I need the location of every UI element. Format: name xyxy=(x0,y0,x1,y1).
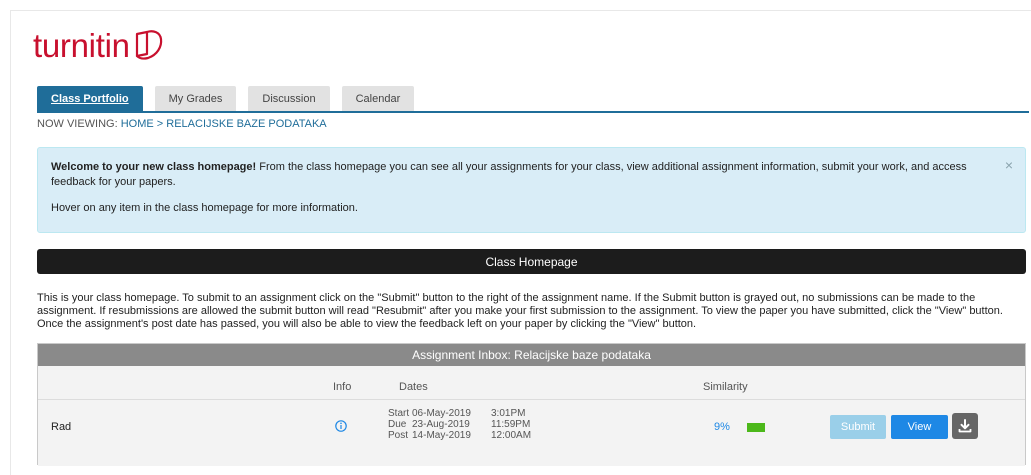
welcome-alert: Welcome to your new class homepage! From… xyxy=(37,147,1026,233)
class-homepage-header: Class Homepage xyxy=(37,249,1026,274)
start-label: Start xyxy=(388,408,410,419)
assignment-dates: Start 06-May-2019 3:01PM Due 23-Aug-2019 11:… xyxy=(388,408,531,441)
download-icon xyxy=(958,419,972,433)
turnitin-logo[interactable]: turnitin xyxy=(33,14,165,62)
start-time: 3:01PM xyxy=(491,408,526,419)
start-date: 06-May-2019 xyxy=(412,408,471,419)
breadcrumb-separator: > xyxy=(153,118,167,130)
submit-button: Submit xyxy=(830,415,886,439)
class-homepage-intro: This is your class homepage. To submit t… xyxy=(37,292,1003,330)
tab-my-grades[interactable]: My Grades xyxy=(154,86,237,112)
header-similarity: Similarity xyxy=(703,381,748,393)
similarity-bar xyxy=(747,423,765,432)
breadcrumb: NOW VIEWING: HOME > RELACIJSKE BAZE PODA… xyxy=(37,118,327,130)
assignment-name: Rad xyxy=(51,421,72,433)
welcome-hover-hint: Hover on any item in the class homepage … xyxy=(51,202,358,214)
welcome-message: Welcome to your new class homepage! From… xyxy=(51,160,975,190)
breadcrumb-current[interactable]: RELACIJSKE BAZE PODATAKA xyxy=(166,118,326,130)
view-button[interactable]: View xyxy=(891,415,948,439)
similarity-score-link[interactable]: 9% xyxy=(714,421,730,433)
assignment-inbox-header: Info Dates Similarity xyxy=(38,366,1025,400)
logo-text: turnitin xyxy=(33,27,130,64)
info-icon[interactable] xyxy=(335,420,347,432)
close-icon[interactable]: × xyxy=(1005,158,1013,173)
tab-discussion[interactable]: Discussion xyxy=(248,86,330,112)
due-time: 11:59PM xyxy=(491,419,531,430)
welcome-bold: Welcome to your new class homepage! xyxy=(51,161,257,173)
header-info: Info xyxy=(333,381,352,393)
table-row: Rad Start 06-May-2019 3:01PM Due 23-Aug-201… xyxy=(38,400,1025,466)
tab-underline xyxy=(37,111,1029,113)
tab-bar: Class Portfolio My Grades Discussion Cal… xyxy=(37,86,415,112)
logo-mark-icon xyxy=(135,30,162,60)
download-button[interactable] xyxy=(952,413,978,439)
tab-class-portfolio[interactable]: Class Portfolio xyxy=(37,86,143,112)
post-time: 12:00AM xyxy=(491,430,532,441)
due-date: 23-Aug-2019 xyxy=(412,419,470,430)
assignment-inbox-title: Assignment Inbox: Relacijske baze podata… xyxy=(38,344,1025,366)
post-date: 14-May-2019 xyxy=(412,430,471,441)
post-label: Post xyxy=(388,430,409,441)
header-dates: Dates xyxy=(399,381,428,393)
breadcrumb-prefix: NOW VIEWING: xyxy=(37,118,121,130)
tab-calendar[interactable]: Calendar xyxy=(341,86,415,112)
breadcrumb-home-link[interactable]: HOME xyxy=(121,118,154,130)
due-label: Due xyxy=(388,419,407,430)
assignment-inbox: Assignment Inbox: Relacijske baze podata… xyxy=(37,343,1026,466)
